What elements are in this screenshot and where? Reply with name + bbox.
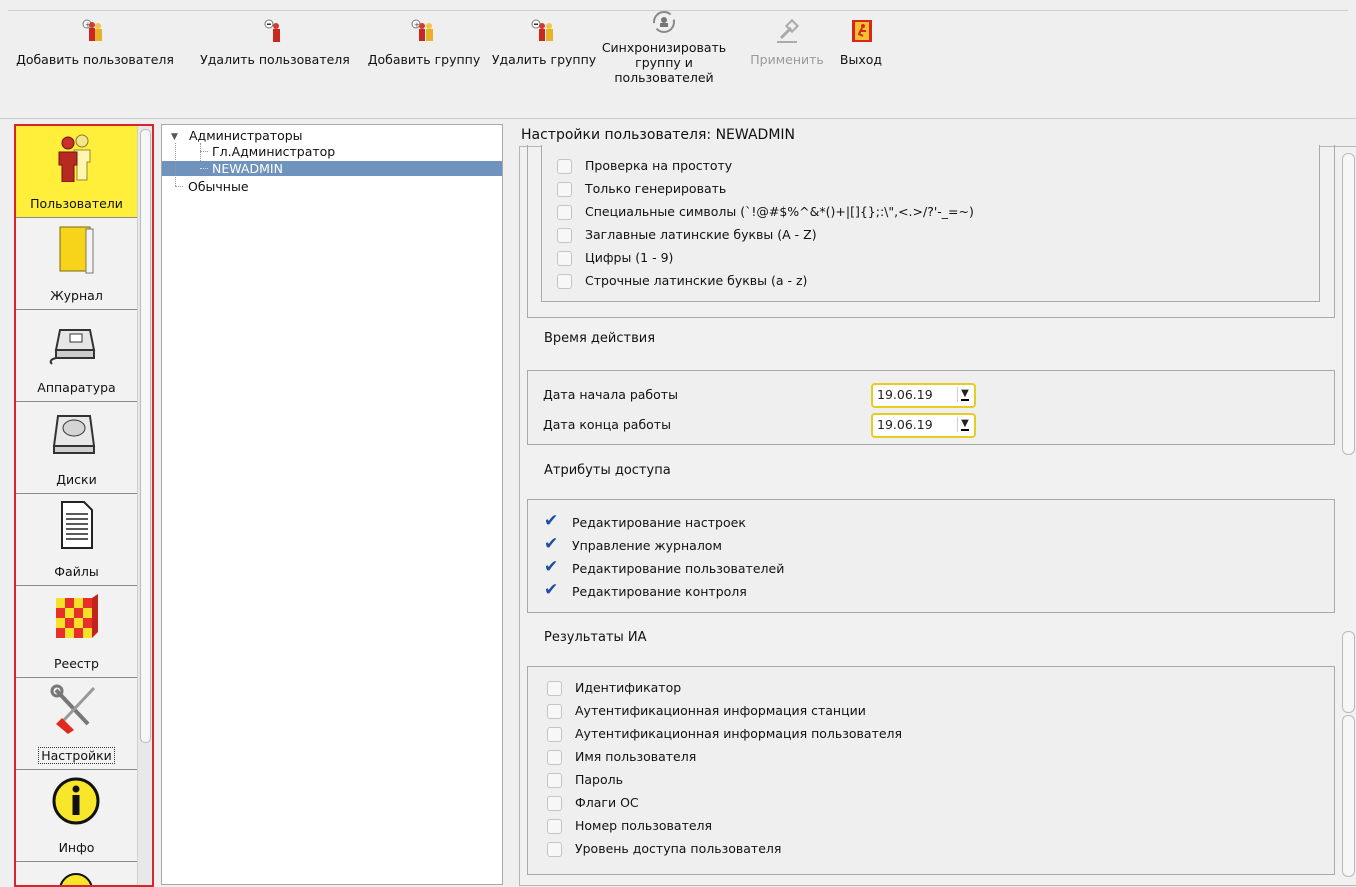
access-section-title: Атрибуты доступа [544,463,671,478]
tree-item-admins[interactable]: Администраторы [189,128,303,143]
settings-scrollbar-thumb[interactable] [1342,631,1355,713]
nav-scrollbar-thumb[interactable] [140,129,151,743]
results-section-title: Результаты ИА [544,630,647,645]
info-icon [52,777,100,825]
checkmark-icon[interactable]: ✔ [544,512,558,530]
checkmark-icon[interactable]: ✔ [544,558,558,576]
tree-item-head-admin[interactable]: Гл.Администратор [212,144,335,159]
journal-icon [59,226,94,274]
sync-button[interactable]: Синхронизировать группу и пользователей [600,8,728,85]
hardware-icon [49,329,96,365]
end-date-label: Дата конца работы [543,417,671,432]
settings-scrollbar-track-upper [1342,153,1355,455]
remove-user-button[interactable]: Удалить пользователя [192,18,358,67]
settings-scrollbar[interactable] [1341,149,1355,881]
checkbox[interactable] [547,819,562,834]
apply-gavel-icon [777,18,800,43]
settings-icon [50,684,96,734]
checkbox[interactable] [547,727,562,742]
checkmark-icon[interactable]: ✔ [544,535,558,553]
tree-item-newadmin[interactable]: NEWADMIN [162,161,502,176]
disk-icon [52,415,96,454]
nav-scrollbar[interactable] [137,126,152,885]
sync-icon [653,11,675,33]
add-group-button[interactable]: + Добавить группу [364,18,484,67]
partial-icon [59,873,93,885]
exit-button[interactable]: Выход [834,18,888,67]
dropdown-arrow-icon[interactable]: ▼ [957,417,972,432]
access-group: ✔ Редактирование настроек ✔ Управление жур… [527,499,1335,613]
nav-item-files[interactable]: Файлы [16,494,137,586]
add-user-button[interactable]: + Добавить пользователя [5,18,185,67]
checkbox[interactable] [547,842,562,857]
files-icon [61,501,93,549]
registry-icon [56,594,98,638]
nav-item-more[interactable] [16,862,137,885]
settings-scrollbar-track-lower [1342,715,1355,877]
checkbox[interactable] [547,750,562,765]
start-date-label: Дата начала работы [543,387,678,402]
checkbox[interactable] [547,773,562,788]
remove-group-icon [531,19,553,41]
nav-item-disks[interactable]: Диски [16,402,137,494]
remove-group-button[interactable]: Удалить группу [490,18,598,67]
exit-icon [852,20,872,42]
toolbar: + Добавить пользователя Удалить пользова… [0,0,1356,119]
validity-section-title: Время действия [544,331,656,346]
remove-user-icon [264,19,280,42]
checkmark-icon[interactable]: ✔ [544,581,558,599]
apply-button[interactable]: Применить [748,18,826,67]
end-date-select[interactable]: 19.06.19 ▼ [871,413,976,438]
nav-item-users[interactable]: Пользователи [16,126,137,218]
validity-group: Дата начала работы 19.06.19 ▼ Дата конца… [527,370,1335,445]
nav-item-journal[interactable]: Журнал [16,218,137,310]
settings-panel: Проверка на простоту Только генерировать… [519,145,1356,886]
start-date-select[interactable]: 19.06.19 ▼ [871,383,976,408]
results-group: Идентификатор Аутентификационная информа… [527,666,1335,875]
users-icon [58,134,91,182]
settings-title: Настройки пользователя: NEWADMIN [521,127,796,143]
navigation-panel: Пользователи Журнал Аппаратура Диски Фай… [14,124,154,887]
tree-item-regular[interactable]: Обычные [188,179,249,194]
add-user-icon: + [82,19,102,41]
add-group-icon: + [411,19,433,41]
nav-item-info[interactable]: Инфо [16,770,137,862]
nav-item-registry[interactable]: Реестр [16,586,137,678]
nav-item-settings[interactable]: Настройки [16,678,137,770]
nav-item-hardware[interactable]: Аппаратура [16,310,137,402]
checkbox[interactable] [547,681,562,696]
user-tree: ▼ Администраторы Гл.Администратор NEWADM… [161,124,503,885]
dropdown-arrow-icon[interactable]: ▼ [957,387,972,402]
checkbox[interactable] [547,704,562,719]
checkbox[interactable] [547,796,562,811]
svg-text:+: + [414,21,420,29]
